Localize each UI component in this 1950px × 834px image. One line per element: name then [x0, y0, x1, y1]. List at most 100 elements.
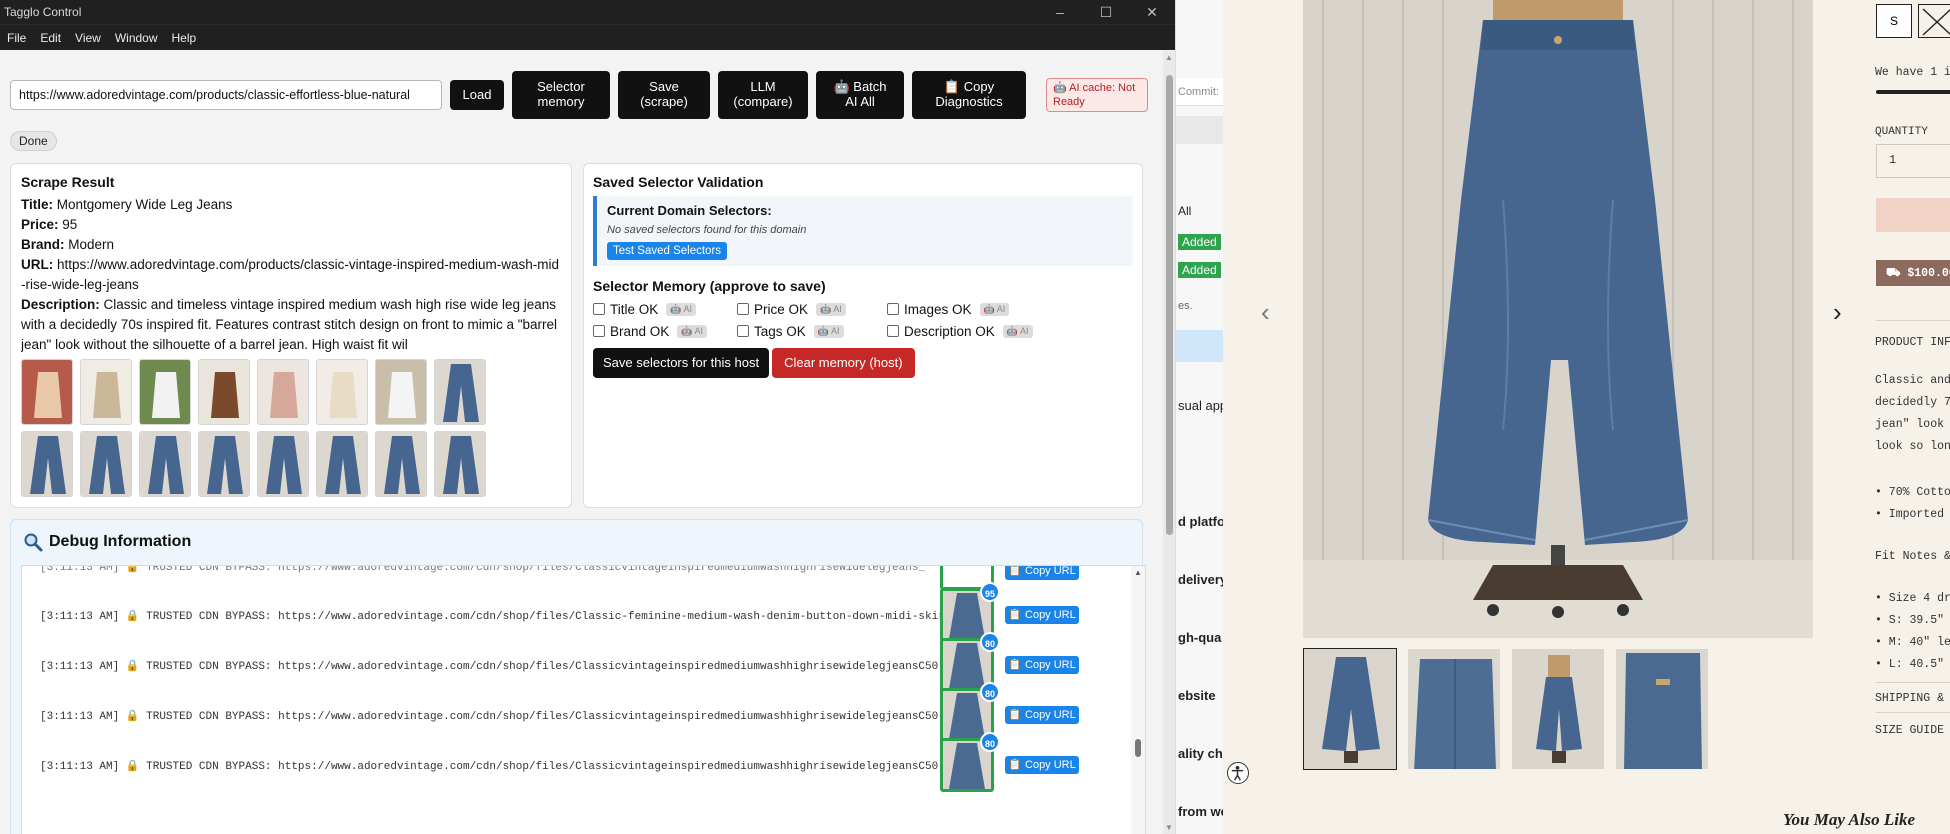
url-row: URL: https://www.adoredvintage.com/produ…	[21, 257, 559, 292]
ai-chip[interactable]: 🤖 AI	[677, 324, 707, 338]
copy-url-button[interactable]: 📋 Copy URL	[1005, 606, 1079, 624]
menu-edit[interactable]: Edit	[33, 31, 68, 45]
copy-url-button[interactable]: 📋 Copy URL	[1005, 706, 1079, 724]
price-ok-checkbox[interactable]: Price OK 🤖 AI	[737, 302, 873, 317]
title-row: Title: Montgomery Wide Leg Jeans	[21, 197, 233, 212]
add-to-cart-button[interactable]	[1876, 198, 1950, 232]
toolbar: Load Selector memory Save (scrape) LLM (…	[10, 71, 1148, 119]
product-thumbnail[interactable]	[1407, 648, 1501, 770]
log-scrollbar[interactable]: ▲	[1131, 566, 1145, 834]
fit-notes: Fit Notes &	[1875, 550, 1950, 563]
scraped-image-thumbnail[interactable]	[316, 431, 368, 497]
ai-chip[interactable]: 🤖 AI	[813, 324, 844, 338]
scraped-image-thumbnail[interactable]	[21, 431, 73, 497]
ai-chip[interactable]: 🤖 AI	[1002, 324, 1033, 338]
middle-text: es.	[1178, 300, 1193, 312]
tags-ok-checkbox[interactable]: Tags OK 🤖 AI	[737, 324, 873, 339]
next-image-arrow[interactable]: ›	[1833, 297, 1842, 328]
ai-chip[interactable]: 🤖 AI	[666, 302, 696, 316]
memory-heading: Selector Memory (approve to save)	[593, 278, 826, 294]
middle-text: d platfo	[1178, 514, 1223, 529]
scraped-image-thumbnail[interactable]	[434, 359, 486, 425]
url-value: https://www.adoredvintage.com/products/c…	[21, 257, 559, 292]
description-ok-checkbox[interactable]: Description OK 🤖 AI	[887, 324, 1033, 339]
scraped-image-thumbnail[interactable]	[257, 431, 309, 497]
quantity-input[interactable]: 1	[1876, 144, 1950, 178]
scroll-up-arrow[interactable]: ▲	[1165, 53, 1173, 62]
scraped-image-thumbnail[interactable]	[375, 359, 427, 425]
log-line: [3:11:13 AM] 🔒 TRUSTED CDN BYPASS: https…	[40, 761, 939, 773]
save-scrape-button[interactable]: Save (scrape)	[618, 71, 710, 119]
product-main-image[interactable]	[1303, 0, 1813, 638]
filter-all[interactable]: All	[1178, 204, 1191, 218]
minimize-button[interactable]: –	[1037, 0, 1083, 24]
size-guide-link[interactable]: SIZE GUIDE	[1875, 724, 1944, 737]
save-selectors-button[interactable]: Save selectors for this host	[593, 348, 770, 378]
scraped-image-thumbnail[interactable]	[198, 431, 250, 497]
score-badge: 80	[980, 682, 1000, 702]
size-option-unavailable[interactable]	[1918, 4, 1950, 38]
copy-diagnostics-button[interactable]: 📋 Copy Diagnostics	[912, 71, 1026, 119]
batch-ai-button[interactable]: 🤖 Batch AI All	[816, 71, 904, 119]
scraped-image-thumbnail[interactable]	[80, 359, 132, 425]
shipping-heading[interactable]: SHIPPING & R	[1875, 692, 1950, 705]
copy-url-button[interactable]: 📋 Copy URL	[1005, 656, 1079, 674]
load-button[interactable]: Load	[450, 80, 504, 110]
debug-heading: Debug Information	[23, 532, 1130, 552]
menu-window[interactable]: Window	[108, 31, 165, 45]
scroll-down-arrow[interactable]: ▼	[1165, 823, 1173, 832]
scraped-image-thumbnail[interactable]	[375, 431, 427, 497]
scraped-image-thumbnail[interactable]	[434, 431, 486, 497]
test-saved-selectors-button[interactable]: Test Saved Selectors	[607, 242, 728, 260]
size-option-s[interactable]: S	[1876, 4, 1912, 38]
clear-memory-button[interactable]: Clear memory (host)	[772, 348, 915, 378]
maximize-button[interactable]: ☐	[1083, 0, 1129, 24]
llm-compare-button[interactable]: LLM (compare)	[718, 71, 808, 119]
menu-help[interactable]: Help	[165, 31, 204, 45]
scraped-image-thumbnail[interactable]	[316, 359, 368, 425]
brand-ok-checkbox[interactable]: Brand OK 🤖 AI	[593, 324, 723, 339]
title-ok-checkbox[interactable]: Title OK 🤖 AI	[593, 302, 723, 317]
selector-memory-button[interactable]: Selector memory	[512, 71, 610, 119]
domain-heading: Current Domain Selectors:	[607, 203, 772, 218]
quantity-label: QUANTITY	[1875, 126, 1928, 138]
ai-chip[interactable]: 🤖 AI	[979, 302, 1010, 316]
price-button[interactable]: ⛟ $100.00	[1876, 260, 1950, 286]
window-scrollbar[interactable]: ▲ ▼	[1163, 51, 1175, 834]
brand-value: Modern	[68, 237, 115, 252]
product-info-heading[interactable]: PRODUCT INFO	[1875, 336, 1950, 349]
log-scroll-thumb[interactable]	[1135, 739, 1141, 757]
menu-file[interactable]: File	[0, 31, 33, 45]
menu-view[interactable]: View	[68, 31, 108, 45]
bullet: • Imported	[1875, 508, 1945, 521]
prev-image-arrow[interactable]: ‹	[1261, 297, 1270, 328]
middle-text: ality che	[1178, 746, 1223, 761]
tagglo-window: Tagglo Control – ☐ ✕ File Edit View Wind…	[0, 0, 1175, 834]
stock-text: We have 1 i	[1875, 66, 1950, 79]
accessibility-icon[interactable]	[1227, 762, 1249, 784]
product-thumbnail[interactable]	[1303, 648, 1397, 770]
copy-url-button[interactable]: 📋 Copy URL	[1005, 566, 1079, 580]
scraped-image-thumbnail[interactable]	[139, 431, 191, 497]
product-thumbnail[interactable]	[1615, 648, 1709, 770]
added-badge: Added	[1178, 262, 1221, 278]
product-thumbnail[interactable]	[1511, 648, 1605, 770]
close-button[interactable]: ✕	[1129, 0, 1175, 24]
copy-url-button[interactable]: 📋 Copy URL	[1005, 756, 1079, 774]
bullet: • M: 40" len	[1875, 636, 1950, 649]
ai-chip[interactable]: 🤖 AI	[816, 302, 846, 316]
window-scroll-thumb[interactable]	[1166, 75, 1173, 535]
desc-line: jean" look w	[1875, 418, 1950, 431]
log-line: [3:11:13 AM] 🔒 TRUSTED CDN BYPASS: https…	[40, 611, 950, 623]
scraped-image-thumbnail[interactable]	[21, 359, 73, 425]
scraped-image-thumbnail[interactable]	[257, 359, 309, 425]
images-ok-checkbox[interactable]: Images OK 🤖 AI	[887, 302, 1010, 317]
price-value: 95	[62, 217, 78, 232]
scraped-image-thumbnail[interactable]	[80, 431, 132, 497]
domain-note: No saved selectors found for this domain	[607, 224, 807, 236]
debug-log[interactable]: [3:11:13 AM] 🔒 TRUSTED CDN BYPASS: https…	[21, 565, 1146, 834]
url-input[interactable]	[10, 80, 442, 110]
scraped-image-thumbnail[interactable]	[139, 359, 191, 425]
scroll-up-arrow[interactable]: ▲	[1134, 568, 1142, 577]
scraped-image-thumbnail[interactable]	[198, 359, 250, 425]
